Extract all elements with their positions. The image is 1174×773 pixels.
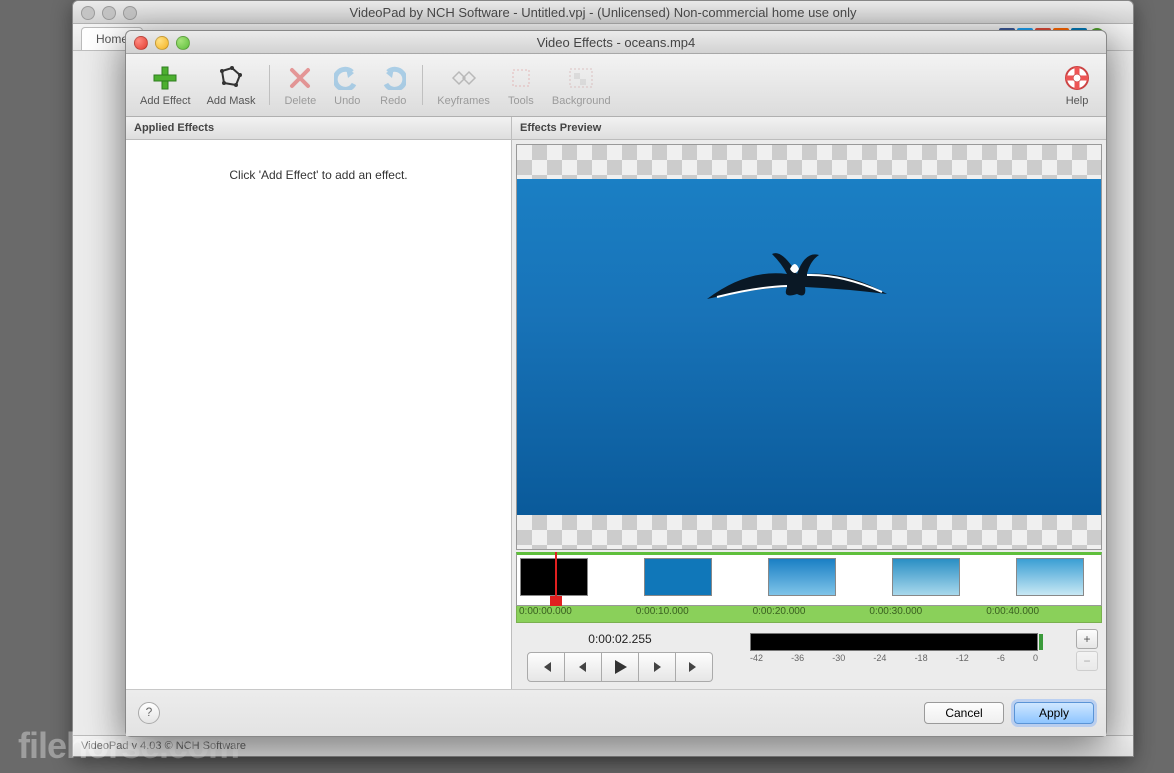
background-button[interactable]: Background [546, 63, 617, 107]
apply-button[interactable]: Apply [1014, 702, 1094, 724]
meter-bar [750, 633, 1038, 651]
transparency-top [517, 145, 1101, 179]
video-effects-dialog: Video Effects - oceans.mp4 Add Effect Ad… [125, 30, 1107, 737]
keyframes-button[interactable]: Keyframes [431, 63, 496, 107]
applied-effects-panel: Applied Effects Click 'Add Effect' to ad… [126, 117, 512, 692]
meter-scale: -42 -36 -30 -24 -18 -12 -6 0 [750, 651, 1038, 663]
timeline-thumb[interactable] [892, 558, 960, 596]
timeline-area: 0:00:00.000 0:00:10.000 0:00:20.000 0:00… [512, 550, 1106, 692]
undo-button[interactable]: Undo [326, 63, 368, 107]
dialog-title: Video Effects - oceans.mp4 [126, 35, 1106, 50]
help-button[interactable]: Help [1056, 63, 1098, 107]
timeline-thumb[interactable] [520, 558, 588, 596]
close-button[interactable] [134, 36, 148, 50]
context-help-button[interactable]: ? [138, 702, 160, 724]
tb-label: Undo [334, 95, 360, 107]
tb-label: Add Mask [207, 95, 256, 107]
main-window-title: VideoPad by NCH Software - Untitled.vpj … [73, 5, 1133, 20]
playback-controls-row: 0:00:02.255 -42 -36 [516, 623, 1102, 688]
tb-label: Redo [380, 95, 406, 107]
tb-label: Delete [284, 95, 316, 107]
redo-button[interactable]: Redo [372, 63, 414, 107]
mask-icon [216, 63, 246, 93]
cancel-button[interactable]: Cancel [924, 702, 1004, 724]
time-mark: 0:00:00.000 [517, 606, 634, 622]
transparency-bottom [517, 515, 1101, 549]
background-icon [566, 63, 596, 93]
current-time-display: 0:00:02.255 [520, 629, 720, 652]
dialog-footer: ? Cancel Apply [126, 689, 1106, 736]
go-start-button[interactable] [527, 652, 565, 682]
tools-button[interactable]: Tools [500, 63, 542, 107]
effects-preview-header: Effects Preview [512, 117, 1106, 140]
tb-label: Keyframes [437, 95, 490, 107]
plus-icon [150, 63, 180, 93]
tools-icon [506, 63, 536, 93]
zoom-button-bg [123, 6, 137, 20]
content-area: Applied Effects Click 'Add Effect' to ad… [126, 117, 1106, 692]
lifebuoy-icon [1062, 63, 1092, 93]
audio-level-meter: -42 -36 -30 -24 -18 -12 -6 0 [750, 629, 1038, 663]
timeline-thumb[interactable] [1016, 558, 1084, 596]
delete-icon [285, 63, 315, 93]
toolbar: Add Effect Add Mask Delete Undo Redo Key… [126, 54, 1106, 117]
applied-placeholder-text: Click 'Add Effect' to add an effect. [229, 168, 407, 182]
timeline-thumbnails[interactable] [516, 552, 1102, 606]
zoom-out-button[interactable]: − [1076, 651, 1098, 671]
applied-effects-header: Applied Effects [126, 117, 511, 140]
zoom-button[interactable] [176, 36, 190, 50]
tb-label: Help [1066, 95, 1089, 107]
zoom-controls: + − [1076, 629, 1098, 671]
play-button[interactable] [602, 652, 639, 682]
minimize-button-bg [102, 6, 116, 20]
add-mask-button[interactable]: Add Mask [201, 63, 262, 107]
time-mark: 0:00:30.000 [867, 606, 984, 622]
dialog-titlebar: Video Effects - oceans.mp4 [126, 31, 1106, 54]
add-effect-button[interactable]: Add Effect [134, 63, 197, 107]
time-mark: 0:00:10.000 [634, 606, 751, 622]
playhead[interactable] [555, 552, 557, 612]
time-mark: 0:00:40.000 [984, 606, 1101, 622]
keyframes-icon [449, 63, 479, 93]
bird-graphic [687, 239, 907, 339]
main-titlebar: VideoPad by NCH Software - Untitled.vpj … [73, 1, 1133, 24]
effects-preview-panel: Effects Preview [512, 117, 1106, 692]
preview-viewport[interactable] [516, 144, 1102, 550]
video-frame [517, 179, 1101, 515]
timeline-thumb[interactable] [768, 558, 836, 596]
step-back-button[interactable] [565, 652, 602, 682]
timeline-ruler[interactable]: 0:00:00.000 0:00:10.000 0:00:20.000 0:00… [516, 606, 1102, 623]
time-mark: 0:00:20.000 [751, 606, 868, 622]
undo-icon [332, 63, 362, 93]
timeline-thumb[interactable] [644, 558, 712, 596]
applied-effects-body: Click 'Add Effect' to add an effect. [126, 140, 511, 692]
redo-icon [378, 63, 408, 93]
step-forward-button[interactable] [639, 652, 676, 682]
tb-label: Tools [508, 95, 534, 107]
go-end-button[interactable] [676, 652, 713, 682]
delete-button[interactable]: Delete [278, 63, 322, 107]
minimize-button[interactable] [155, 36, 169, 50]
zoom-in-button[interactable]: + [1076, 629, 1098, 649]
close-button-bg [81, 6, 95, 20]
tb-label: Add Effect [140, 95, 191, 107]
playback-controls [527, 652, 713, 682]
tb-label: Background [552, 95, 611, 107]
